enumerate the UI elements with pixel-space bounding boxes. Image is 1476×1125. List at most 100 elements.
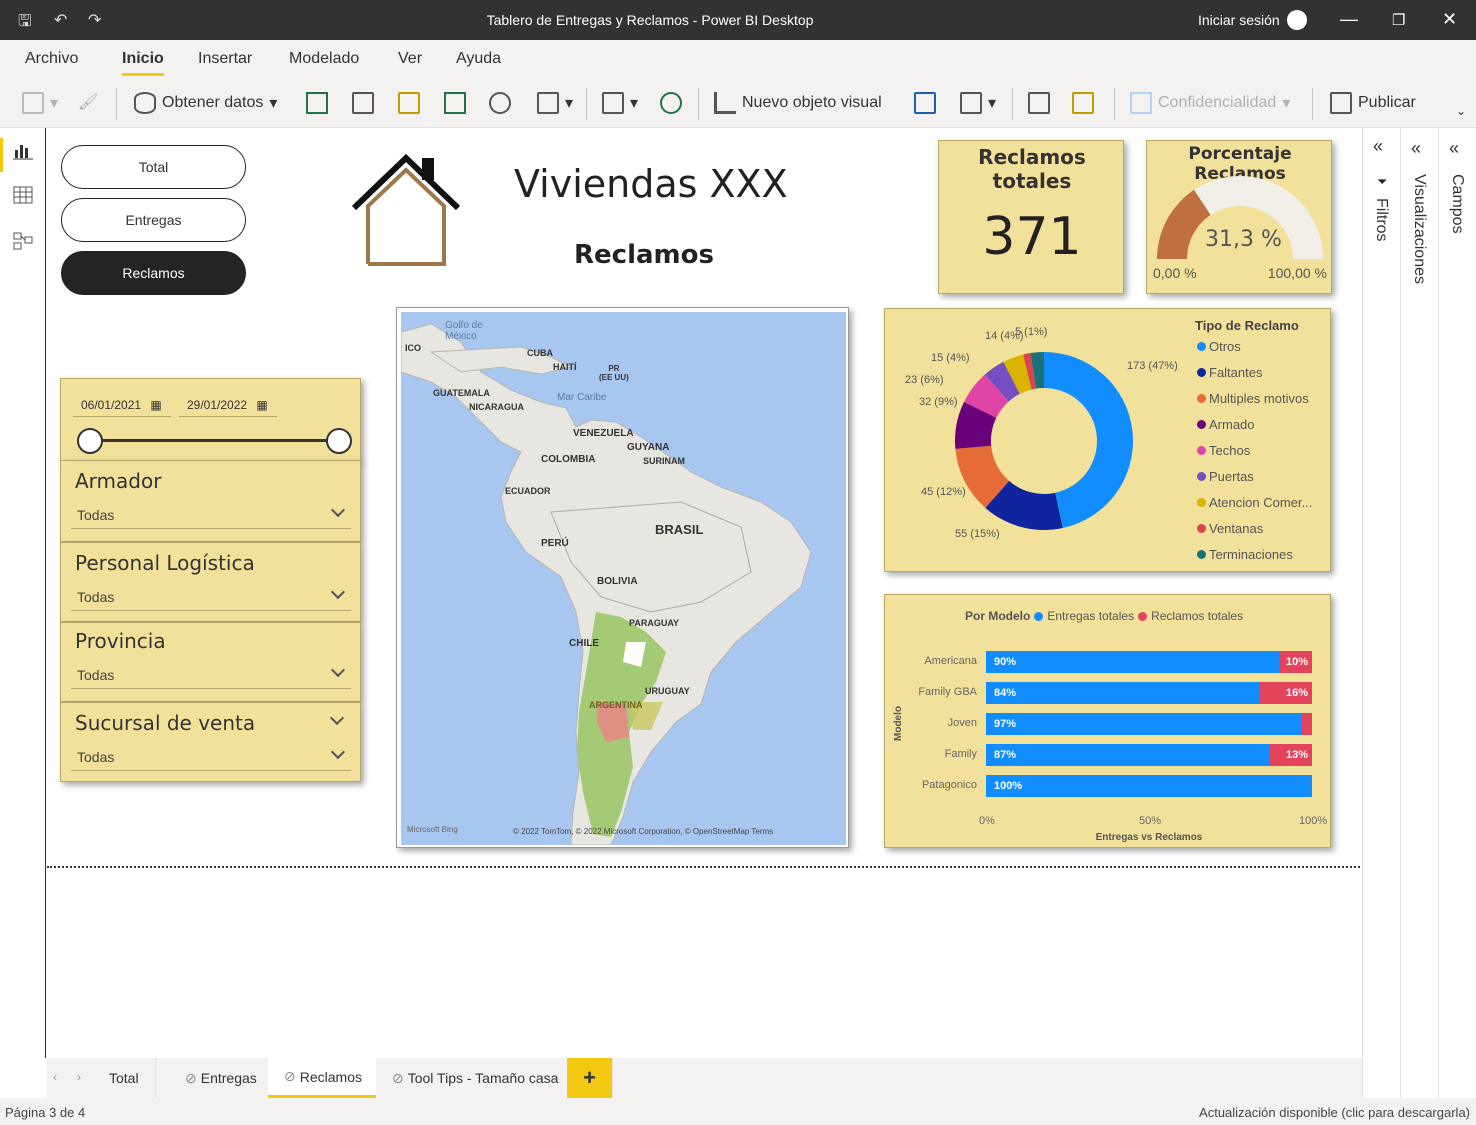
map-visual[interactable]: Golfo de México ICO CUBA HAITÍ PR (EE UU) … (396, 307, 849, 848)
filters-collapse-icon[interactable]: « (1373, 136, 1383, 157)
update-available-link[interactable]: Actualización disponible (clic para desc… (1199, 1105, 1470, 1120)
slicer-personal-title: Personal Logística (75, 551, 255, 575)
data-view-icon[interactable] (13, 186, 33, 204)
more-visuals-button[interactable]: ▾ (960, 92, 996, 114)
nav-button-entregas[interactable]: Entregas (61, 198, 246, 242)
map-label-paraguay: PARAGUAY (629, 618, 680, 628)
donut-legend-item[interactable]: Armado (1197, 417, 1255, 432)
menu-inicio[interactable]: Inicio (122, 50, 164, 68)
bar-entregas[interactable]: 87% (986, 744, 1270, 766)
map-label-caribe: Mar Caribe (557, 392, 607, 403)
donut-legend-item[interactable]: Multiples motivos (1197, 391, 1309, 406)
donut-data-label: 5 (1%) (1015, 326, 1047, 338)
tab-reclamos[interactable]: ⊘ Reclamos (268, 1058, 379, 1098)
nav-button-reclamos[interactable]: Reclamos (61, 251, 246, 295)
legend-label: Faltantes (1209, 365, 1263, 380)
dataverse-button[interactable] (398, 92, 420, 114)
slicer-armador-dropdown[interactable]: Todas (71, 499, 351, 529)
date-range-end-handle[interactable] (326, 428, 352, 454)
new-measure-button[interactable] (1028, 92, 1050, 114)
date-slicer: 06/01/2021 ▦ 29/01/2022 ▦ (60, 378, 361, 462)
date-start-input[interactable]: 06/01/2021 ▦ (73, 391, 171, 417)
tab-total[interactable]: Total (93, 1058, 156, 1098)
donut-legend-item[interactable]: Ventanas (1197, 521, 1263, 536)
server-icon (352, 92, 374, 114)
edit-queries-button[interactable]: ▾ (602, 92, 638, 114)
sensitivity-button[interactable]: Confidencialidad ▾ (1130, 92, 1290, 114)
menu-archivo[interactable]: Archivo (25, 50, 78, 68)
kpi-card[interactable]: Reclamos totales 371 (938, 140, 1124, 294)
fields-pane[interactable]: « Campos (1438, 128, 1476, 1098)
filters-pane[interactable]: « ⏷ Filtros (1362, 128, 1400, 1098)
refresh-icon (660, 92, 682, 114)
new-visual-button[interactable]: Nuevo objeto visual (714, 92, 882, 114)
minimize-icon[interactable]: — (1340, 9, 1358, 30)
restore-icon[interactable]: ❐ (1392, 11, 1405, 29)
date-range-start-handle[interactable] (77, 428, 103, 454)
menu-ayuda[interactable]: Ayuda (456, 50, 501, 68)
publish-button[interactable]: Publicar (1330, 92, 1416, 114)
visualizations-expand-icon[interactable]: « (1411, 138, 1421, 159)
ribbon-collapse-icon[interactable]: ⌄ (1456, 104, 1466, 118)
excel-button[interactable] (306, 92, 328, 114)
excel-icon (306, 92, 328, 114)
get-data-button[interactable]: Obtener datos ▾ (134, 92, 277, 114)
donut-legend-item[interactable]: Puertas (1197, 469, 1254, 484)
menu-insertar[interactable]: Insertar (198, 50, 252, 68)
donut-legend-item[interactable]: Atencion Comer... (1197, 495, 1312, 510)
bar-chart-card[interactable]: Por Modelo Entregas totales Reclamos tot… (884, 594, 1331, 848)
slicer-personal-dropdown[interactable]: Todas (71, 581, 351, 611)
bar-entregas[interactable]: 90% (986, 651, 1280, 673)
nav-button-total[interactable]: Total (61, 145, 246, 189)
tab-scroll-left-icon[interactable]: ‹ (53, 1070, 57, 1084)
quick-measure-button[interactable] (1072, 92, 1094, 114)
visualizations-pane[interactable]: « Visualizaciones (1400, 128, 1438, 1098)
slicer-provincia-title: Provincia (75, 629, 166, 653)
date-end-input[interactable]: 29/01/2022 ▦ (179, 391, 277, 417)
menu-ver[interactable]: Ver (398, 50, 422, 68)
enter-data-button[interactable] (444, 92, 466, 114)
map-label-peru: PERÚ (541, 538, 569, 549)
tab-scroll-right-icon[interactable]: › (77, 1070, 81, 1084)
avatar[interactable] (1287, 10, 1307, 30)
refresh-button[interactable] (660, 92, 682, 114)
donut-slice-otros[interactable] (1044, 352, 1133, 529)
sql-button[interactable] (352, 92, 374, 114)
signin-link[interactable]: Iniciar sesión (1198, 12, 1280, 28)
legend-dot (1197, 446, 1206, 455)
gauge-card[interactable]: Porcentaje Reclamos 31,3 % 0,00 % 100,00… (1146, 140, 1332, 294)
bar-reclamos[interactable]: 13% (1269, 744, 1312, 766)
map-label-argentina: ARGENTINA (589, 700, 643, 710)
slicer-sucursal-header-chevron-icon[interactable] (329, 710, 345, 726)
report-view-icon[interactable] (13, 142, 33, 160)
bar-reclamos[interactable]: 10% (1279, 651, 1312, 673)
bar-reclamos[interactable] (1302, 713, 1312, 735)
tab-tooltips[interactable]: ⊘ Tool Tips - Tamaño casa (376, 1058, 576, 1098)
donut-legend-item[interactable]: Otros (1197, 339, 1241, 354)
slicer-sucursal-dropdown[interactable]: Todas (71, 741, 351, 771)
add-page-button[interactable]: + (567, 1058, 613, 1098)
donut-legend-item[interactable]: Techos (1197, 443, 1250, 458)
close-icon[interactable]: ✕ (1442, 9, 1457, 30)
transform-button[interactable]: ▾ (537, 92, 573, 114)
recent-sources-button[interactable] (489, 92, 511, 114)
bar-entregas[interactable]: 84% (986, 682, 1260, 704)
paste-button[interactable]: ▾ (22, 92, 58, 114)
slicer-sucursal-title: Sucursal de venta (75, 711, 256, 735)
hidden-page-icon: ⊘ (284, 1068, 296, 1084)
fields-expand-icon[interactable]: « (1449, 138, 1459, 159)
bar-entregas[interactable]: 97% (986, 713, 1303, 735)
donut-legend-item[interactable]: Faltantes (1197, 365, 1262, 380)
tab-entregas[interactable]: ⊘ Entregas (169, 1058, 274, 1098)
slicer-provincia-dropdown[interactable]: Todas (71, 659, 351, 689)
donut-chart-card[interactable]: 173 (47%) 55 (15%) 45 (12%) 32 (9%) 23 (6%) 1… (884, 308, 1331, 572)
map-label-cuba: CUBA (527, 348, 553, 358)
format-painter-button[interactable]: 🖌 (78, 92, 98, 112)
donut-legend-item[interactable]: Terminaciones (1197, 547, 1293, 562)
menu-modelado[interactable]: Modelado (289, 50, 359, 68)
textbox-button[interactable] (914, 92, 936, 114)
bar-entregas[interactable]: 100% (986, 775, 1312, 797)
bar-reclamos[interactable]: 16% (1259, 682, 1312, 704)
donut-data-label: 23 (6%) (905, 374, 944, 386)
model-view-icon[interactable] (13, 232, 33, 250)
